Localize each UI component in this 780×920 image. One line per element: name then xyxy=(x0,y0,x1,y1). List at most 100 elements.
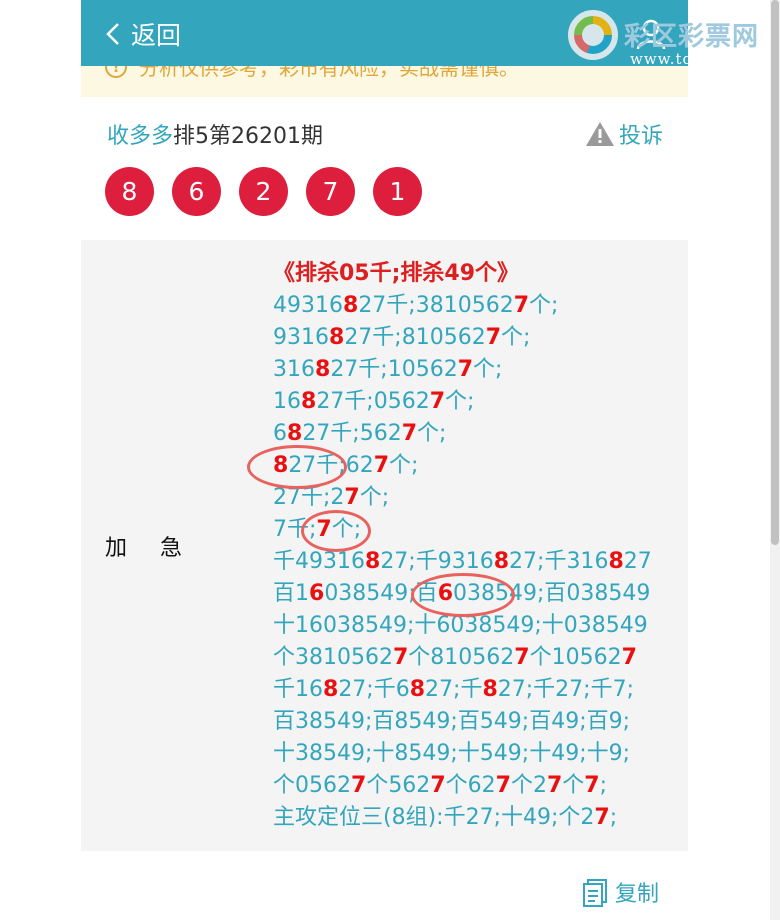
line-segment: 27千;62 xyxy=(288,453,374,478)
line-segment: 4931 xyxy=(273,293,329,318)
line-segment: 6 xyxy=(273,421,287,446)
highlight-digit: 8 xyxy=(409,677,426,702)
highlight-digit: 8 xyxy=(329,325,345,350)
highlight-digit: 7 xyxy=(495,773,511,798)
line-segment: 个562 xyxy=(366,773,431,798)
line-segment: 千4931 xyxy=(273,549,351,574)
line-segment: 9316 xyxy=(273,325,329,350)
highlight-digit: 8 xyxy=(343,293,359,318)
prediction-line: 十16038549;十6038549;十038549 xyxy=(273,610,683,642)
line-segment: 27;千 xyxy=(425,677,483,702)
highlight-digit: 7 xyxy=(457,357,474,382)
ball: 6 xyxy=(172,167,221,216)
highlight-digit: 8 xyxy=(301,389,317,414)
highlight-digit: 7 xyxy=(594,805,610,830)
highlight-digit: 7 xyxy=(401,421,418,446)
highlight-digit: 8 xyxy=(365,549,381,574)
prediction-line: 个38105627个8105627个105627 xyxy=(273,642,683,674)
complain-button[interactable]: 投诉 xyxy=(585,118,663,150)
prediction-heading: 《排杀05千;排杀49个》 xyxy=(273,261,520,286)
line-segment: 个; xyxy=(359,485,390,510)
highlight-digit: 7 xyxy=(485,325,502,350)
highlight-digit: 8 xyxy=(323,677,339,702)
prediction-line: 49316827千;38105627个; xyxy=(273,290,683,322)
line-segment: 个2 xyxy=(510,773,547,798)
ball: 7 xyxy=(306,167,355,216)
notice-bar: ! 分析仅供参考，彩市有风险，实战需谨慎。 xyxy=(81,66,688,97)
line-segment: 十38549;十8549;十549;十49;十9; xyxy=(273,741,631,766)
info-icon: ! xyxy=(105,66,127,78)
prediction-panel: 加急 《排杀05千;排杀49个》 49316827千;38105627个; 931… xyxy=(81,240,688,851)
logo-url: www.tqcp.net xyxy=(630,50,747,68)
logo-brand: 彩区彩票网 xyxy=(624,22,760,52)
line-segment: 27千;562 xyxy=(302,421,402,446)
line-segment: 个381056 xyxy=(273,645,379,670)
category-label: 加急 xyxy=(105,536,216,561)
line-segment: 27千;2 xyxy=(273,485,345,510)
line-segment: 个 xyxy=(562,773,585,798)
line-segment: 27千;381056 xyxy=(358,293,500,318)
highlight-digit: 7 xyxy=(351,773,367,798)
line-segment: 个; xyxy=(331,517,362,542)
line-segment: 个; xyxy=(389,453,419,478)
line-segment: 27;千931 xyxy=(380,549,480,574)
prediction-line: 27千;27个; xyxy=(273,482,683,514)
ball: 8 xyxy=(105,167,154,216)
prediction-line: 百16038549;百6038549;百038549 xyxy=(273,578,683,610)
line-segment: 个; xyxy=(473,357,503,382)
highlight-digit: 7 xyxy=(373,453,390,478)
ball: 2 xyxy=(239,167,288,216)
line-segment: 个; xyxy=(501,325,531,350)
line-segment: 27;千31 xyxy=(509,549,595,574)
highlight-digit: 7 xyxy=(430,773,446,798)
title-row: 收多多排5第26201期 投诉 xyxy=(107,117,663,151)
prediction-line: 千16827;千6827;千827;千27;千7; xyxy=(273,674,683,706)
highlight-digit: 8 xyxy=(273,453,289,478)
line-segment: 个; xyxy=(417,421,447,446)
warning-icon xyxy=(585,122,614,146)
back-button[interactable]: 返回 xyxy=(105,14,181,54)
chevron-left-icon xyxy=(106,23,119,45)
scrollbar-thumb[interactable] xyxy=(771,0,779,545)
line-segment: 27千;10562 xyxy=(330,357,458,382)
line-segment: 2 xyxy=(499,293,514,318)
highlight-digit: 8 xyxy=(493,549,510,574)
line-segment: ; xyxy=(609,805,618,830)
line-segment: 27;千27;千7; xyxy=(497,677,634,702)
line-segment: 个0562 xyxy=(273,773,351,798)
copy-button[interactable]: 复制 xyxy=(581,876,659,908)
line-segment: 十16038549;十6038549;十038549 xyxy=(273,613,648,638)
highlight-digit: 7 xyxy=(344,485,360,510)
result-balls: 8 6 2 7 1 xyxy=(105,167,440,216)
line-segment: 2 xyxy=(378,645,393,670)
prediction-line: 827千;627个; xyxy=(273,450,683,482)
highlight-digit: 8 xyxy=(482,677,498,702)
line-segment: 6 xyxy=(351,549,365,574)
line-segment: 316 xyxy=(273,357,315,382)
highlight-digit: 6 xyxy=(309,581,325,606)
prediction-line: 百38549;百8549;百549;百49;百9; xyxy=(273,706,683,738)
complain-label: 投诉 xyxy=(618,124,663,149)
highlight-digit: 8 xyxy=(608,549,624,574)
prediction-line: 9316827千;8105627个; xyxy=(273,322,683,354)
highlight-digit: 7 xyxy=(546,773,563,798)
line-segment: 27千;810562 xyxy=(344,325,486,350)
highlight-digit: 7 xyxy=(429,389,446,414)
page-title: 收多多排5第26201期 xyxy=(107,118,323,150)
source-name[interactable]: 收多多 xyxy=(107,124,173,149)
page: 返回 ! 分析仅供参考，彩市有风险，实战需谨慎。 收多多排5第26201期 投诉… xyxy=(81,0,688,920)
notice-text: 分析仅供参考，彩市有风险，实战需谨慎。 xyxy=(139,66,519,80)
prediction-line: 6827千;5627个; xyxy=(273,418,683,450)
line-segment: 27千;0562 xyxy=(316,389,430,414)
line-segment: 27;千6 xyxy=(338,677,410,702)
line-segment: 038549;百 xyxy=(324,581,438,606)
line-segment: 百1 xyxy=(273,581,309,606)
highlight-digit: 7 xyxy=(513,293,530,318)
prediction-line: 主攻定位三(8组):千27;十49;个27; xyxy=(273,802,683,834)
logo-ring-icon xyxy=(568,10,618,60)
line-segment: 千16 xyxy=(273,677,323,702)
line-segment: 百38549;百8549;百549;百49;百9; xyxy=(273,709,631,734)
line-segment: ; xyxy=(599,773,607,798)
highlight-digit: 7 xyxy=(514,645,530,670)
line-segment: 个; xyxy=(445,389,475,414)
